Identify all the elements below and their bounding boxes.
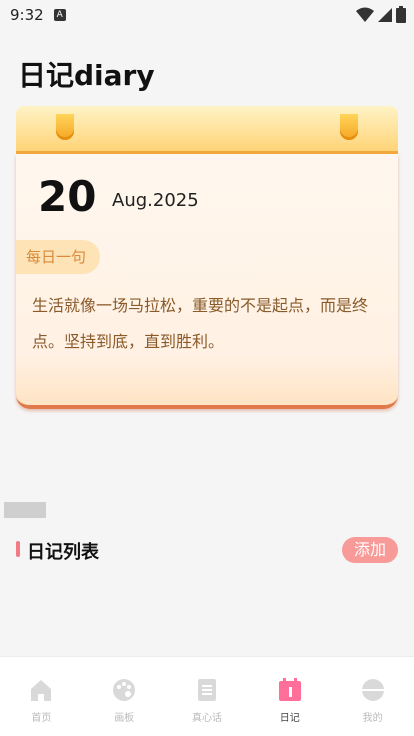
signal-icon: [378, 7, 392, 22]
status-time: 9:32: [10, 6, 44, 24]
battery-icon: [396, 6, 406, 23]
section-accent-bar: [16, 541, 20, 557]
nav-item-home[interactable]: 首页: [0, 657, 83, 736]
home-icon: [31, 680, 52, 701]
nav-item-profile[interactable]: 我的: [331, 657, 414, 736]
page-title: 日记diary: [18, 59, 155, 92]
date-day: 20: [38, 172, 97, 221]
calendar-ring-icon: [56, 114, 74, 140]
palette-icon: [113, 679, 136, 701]
calendar-ring-icon: [340, 114, 358, 140]
quote-text: 生活就像一场马拉松，重要的不是起点，而是终点。坚持到底，直到胜利。: [32, 296, 369, 351]
document-icon: [197, 679, 216, 701]
date-month-year: Aug.2025: [112, 190, 199, 211]
nav-label-palette: 画板: [114, 713, 135, 724]
status-bar: 9:32 A: [0, 0, 414, 30]
daily-quote-card: 20 Aug.2025 每日一句 生活就像一场马拉松，重要的不是起点，而是终点。…: [16, 106, 398, 411]
placeholder-block: [4, 502, 46, 518]
nav-label-home: 首页: [31, 713, 52, 724]
nav-item-diary[interactable]: 日记: [248, 657, 331, 736]
nav-item-truth[interactable]: 真心话: [166, 657, 249, 736]
bottom-nav: 首页 画板 真心话 日记 我的: [0, 656, 414, 736]
wifi-icon: [356, 7, 374, 22]
calendar-body: 20 Aug.2025 每日一句 生活就像一场马拉松，重要的不是起点，而是终点。…: [16, 154, 398, 409]
diary-list-title: 日记列表: [27, 542, 99, 563]
nav-label-profile: 我的: [362, 713, 383, 724]
add-diary-button[interactable]: 添加: [342, 537, 398, 563]
nav-label-diary: 日记: [279, 713, 300, 724]
quote-tag: 每日一句: [16, 240, 100, 274]
calendar-icon: [278, 678, 301, 701]
profile-icon: [361, 679, 384, 701]
nav-label-truth: 真心话: [191, 713, 222, 724]
nav-item-palette[interactable]: 画板: [83, 657, 166, 736]
notification-icon: A: [53, 9, 66, 21]
